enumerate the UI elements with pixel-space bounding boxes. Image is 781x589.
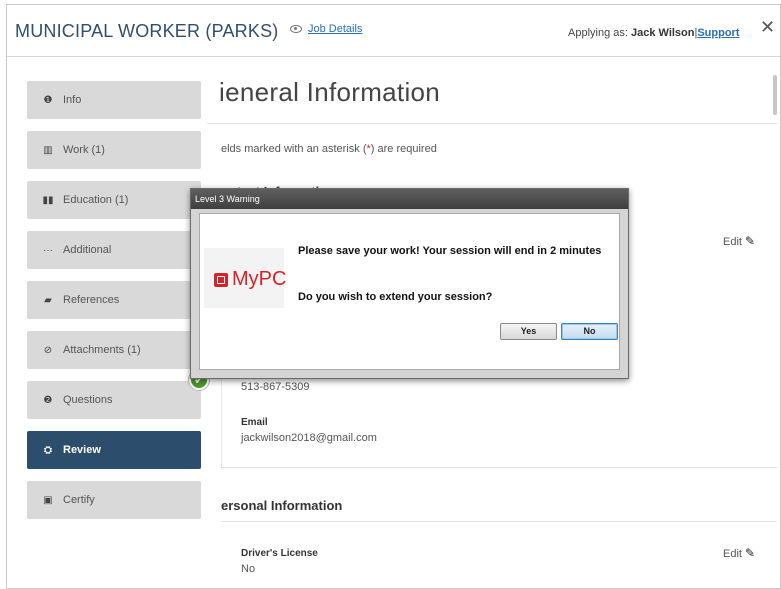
applying-as-label: Applying as: xyxy=(568,27,628,39)
divider xyxy=(207,123,777,124)
scrollbar[interactable] xyxy=(773,75,777,115)
divider xyxy=(221,521,777,522)
support-link[interactable]: Support xyxy=(697,27,739,39)
sidebar-item-label: Questions xyxy=(63,394,113,406)
sidebar-item-info[interactable]: ❶ Info xyxy=(27,81,201,119)
edit-label: Edit xyxy=(723,548,742,560)
application-window: MUNICIPAL WORKER (PARKS) Job Details App… xyxy=(6,4,781,589)
required-note-text: elds marked with an asterisk ( xyxy=(221,143,367,155)
sidebar-item-review[interactable]: ⛭ Review xyxy=(27,431,201,469)
pencil-icon: ✎ xyxy=(744,546,756,560)
divider xyxy=(221,467,777,468)
job-details-link[interactable]: Job Details xyxy=(290,23,362,35)
sidebar-item-education[interactable]: ▮▮ Education (1) xyxy=(27,181,201,219)
eye-icon xyxy=(290,25,302,34)
certify-icon: ▣ xyxy=(43,494,53,506)
no-button[interactable]: No xyxy=(561,323,618,340)
dialog-body: MyPC Please save your work! Your session… xyxy=(199,213,620,370)
session-warning-dialog: Level 3 Warning MyPC Please save your wo… xyxy=(190,188,629,379)
applying-as: Applying as: Jack Wilson|Support xyxy=(568,27,740,39)
close-icon[interactable]: ✕ xyxy=(760,18,775,36)
mypc-logo: MyPC xyxy=(204,248,287,308)
job-title: MUNICIPAL WORKER (PARKS) xyxy=(15,21,279,41)
briefcase-icon: ▥ xyxy=(43,144,53,156)
extend-session-question: Do you wish to extend your session? xyxy=(298,291,493,303)
drivers-license-value: No xyxy=(241,563,256,575)
required-note-text-end: ) are required xyxy=(370,143,437,155)
info-icon: ❶ xyxy=(43,94,53,106)
sidebar-item-label: Info xyxy=(63,94,82,106)
sidebar-item-references[interactable]: ▰ References xyxy=(27,281,201,319)
edit-label: Edit xyxy=(723,236,742,248)
sidebar-item-attachments[interactable]: ⊘ Attachments (1) xyxy=(27,331,201,369)
edit-personal-button[interactable]: Edit ✎ xyxy=(723,546,755,560)
phone-value: 513-867-5309 xyxy=(241,381,310,393)
sidebar-item-label: Certify xyxy=(63,494,95,506)
header-bar: MUNICIPAL WORKER (PARKS) Job Details App… xyxy=(7,5,780,57)
personal-info-heading: ersonal Information xyxy=(221,498,343,513)
sidebar-item-certify[interactable]: ▣ Certify xyxy=(27,481,201,519)
sidebar-item-label: Attachments (1) xyxy=(63,344,141,356)
ellipsis-icon: ··· xyxy=(43,244,53,256)
applicant-name: Jack Wilson xyxy=(631,27,695,39)
sidebar-item-label: References xyxy=(63,294,120,306)
email-value: jackwilson2018@gmail.com xyxy=(241,432,377,444)
question-icon: ❷ xyxy=(43,394,53,406)
email-label: Email xyxy=(241,417,268,428)
sidebar-item-label: Work (1) xyxy=(63,144,105,156)
sidebar-item-label: Education (1) xyxy=(63,194,129,206)
dialog-title: Level 3 Warning xyxy=(191,189,628,209)
sidebar-item-work[interactable]: ▥ Work (1) xyxy=(27,131,201,169)
mypc-logo-text: MyPC xyxy=(232,268,287,290)
sidebar-item-additional[interactable]: ··· Additional xyxy=(27,231,201,269)
sidebar-item-label: Additional xyxy=(63,244,112,256)
yes-button[interactable]: Yes xyxy=(500,323,557,340)
mypc-logo-icon xyxy=(214,273,228,287)
page-title: ieneral Information xyxy=(219,77,441,107)
review-icon: ⛭ xyxy=(44,444,52,456)
sidebar-item-questions[interactable]: ❷ Questions xyxy=(27,381,201,419)
book-icon: ▮▮ xyxy=(42,194,54,206)
pencil-icon: ✎ xyxy=(744,234,756,248)
comment-icon: ▰ xyxy=(44,294,52,306)
drivers-license-label: Driver's License xyxy=(241,548,318,559)
paperclip-icon: ⊘ xyxy=(43,344,53,356)
required-fields-note: elds marked with an asterisk (*) are req… xyxy=(221,143,437,155)
job-details-label[interactable]: Job Details xyxy=(308,23,362,35)
edit-contact-button[interactable]: Edit ✎ xyxy=(723,234,755,248)
sidebar-item-label: Review xyxy=(63,444,101,456)
session-warning-message: Please save your work! Your session will… xyxy=(298,245,602,257)
